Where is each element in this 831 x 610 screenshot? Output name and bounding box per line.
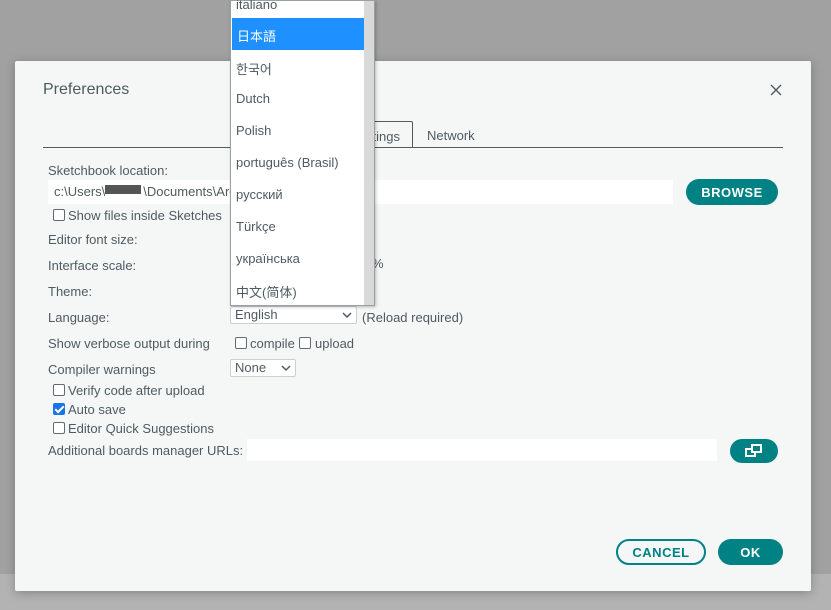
compiler-warnings-select[interactable]: None: [230, 359, 296, 377]
language-option[interactable]: 中文(简体): [231, 274, 364, 306]
language-dropdown-list[interactable]: italiano 日本語 한국어 Dutch Polish português …: [230, 0, 375, 306]
language-option[interactable]: português (Brasil): [231, 147, 364, 179]
boards-urls-edit-button[interactable]: [730, 439, 778, 463]
theme-label: Theme:: [48, 284, 93, 299]
cancel-button[interactable]: CANCEL: [616, 539, 706, 565]
tab-network-label: Network: [427, 128, 475, 143]
language-option[interactable]: Dutch: [231, 83, 364, 115]
editor-font-size-label: Editor font size:: [48, 232, 138, 247]
show-files-label: Show files inside Sketches: [68, 208, 222, 223]
language-option[interactable]: Türkçe: [231, 211, 364, 243]
compiler-warnings-label: Compiler warnings: [48, 362, 156, 377]
language-option[interactable]: русский: [231, 179, 364, 211]
preferences-dialog: Preferences ttings Network Sketchbook lo…: [15, 61, 811, 591]
show-files-checkbox[interactable]: [53, 209, 65, 221]
verify-code-checkbox[interactable]: [53, 384, 65, 396]
reload-required-note: (Reload required): [362, 310, 464, 325]
auto-save-label: Auto save: [68, 402, 126, 417]
language-option[interactable]: 한국어: [231, 51, 364, 83]
language-label: Language:: [48, 310, 110, 325]
language-option-selected[interactable]: 日本語: [232, 18, 364, 50]
verbose-compile-label: compile: [250, 336, 295, 351]
close-icon[interactable]: [767, 81, 785, 99]
quick-suggestions-label: Editor Quick Suggestions: [68, 421, 214, 436]
ok-button[interactable]: OK: [718, 539, 783, 565]
verbose-upload-checkbox[interactable]: [299, 337, 311, 349]
browse-button[interactable]: BROWSE: [686, 179, 778, 205]
redacted-username: [105, 185, 141, 194]
interface-scale-label: Interface scale:: [48, 258, 137, 273]
open-window-icon: [745, 444, 762, 457]
sketchbook-path-end: \Documents\Ard: [143, 184, 237, 199]
language-select-value: English: [235, 307, 278, 322]
dialog-title: Preferences: [43, 81, 130, 98]
tab-network[interactable]: Network: [415, 121, 487, 148]
language-option[interactable]: українська: [231, 243, 364, 275]
tabs-divider: [43, 147, 783, 148]
language-option[interactable]: Polish: [231, 115, 364, 147]
verify-code-label: Verify code after upload: [68, 383, 205, 398]
sketchbook-label: Sketchbook location:: [48, 163, 168, 178]
sketchbook-path-start: c:\Users\: [54, 184, 106, 199]
verbose-output-label: Show verbose output during: [48, 336, 210, 351]
auto-save-checkbox[interactable]: [53, 403, 65, 415]
chevron-down-icon: [342, 312, 352, 319]
language-select[interactable]: English: [230, 306, 357, 324]
dropdown-scrollbar[interactable]: [364, 1, 374, 305]
boards-urls-label: Additional boards manager URLs:: [48, 443, 244, 458]
verbose-upload-label: upload: [315, 336, 355, 351]
chevron-down-icon: [281, 365, 291, 372]
quick-suggestions-checkbox[interactable]: [53, 422, 65, 434]
verbose-compile-checkbox[interactable]: [235, 337, 247, 349]
compiler-warnings-value: None: [235, 360, 267, 375]
boards-urls-input[interactable]: [247, 439, 717, 461]
